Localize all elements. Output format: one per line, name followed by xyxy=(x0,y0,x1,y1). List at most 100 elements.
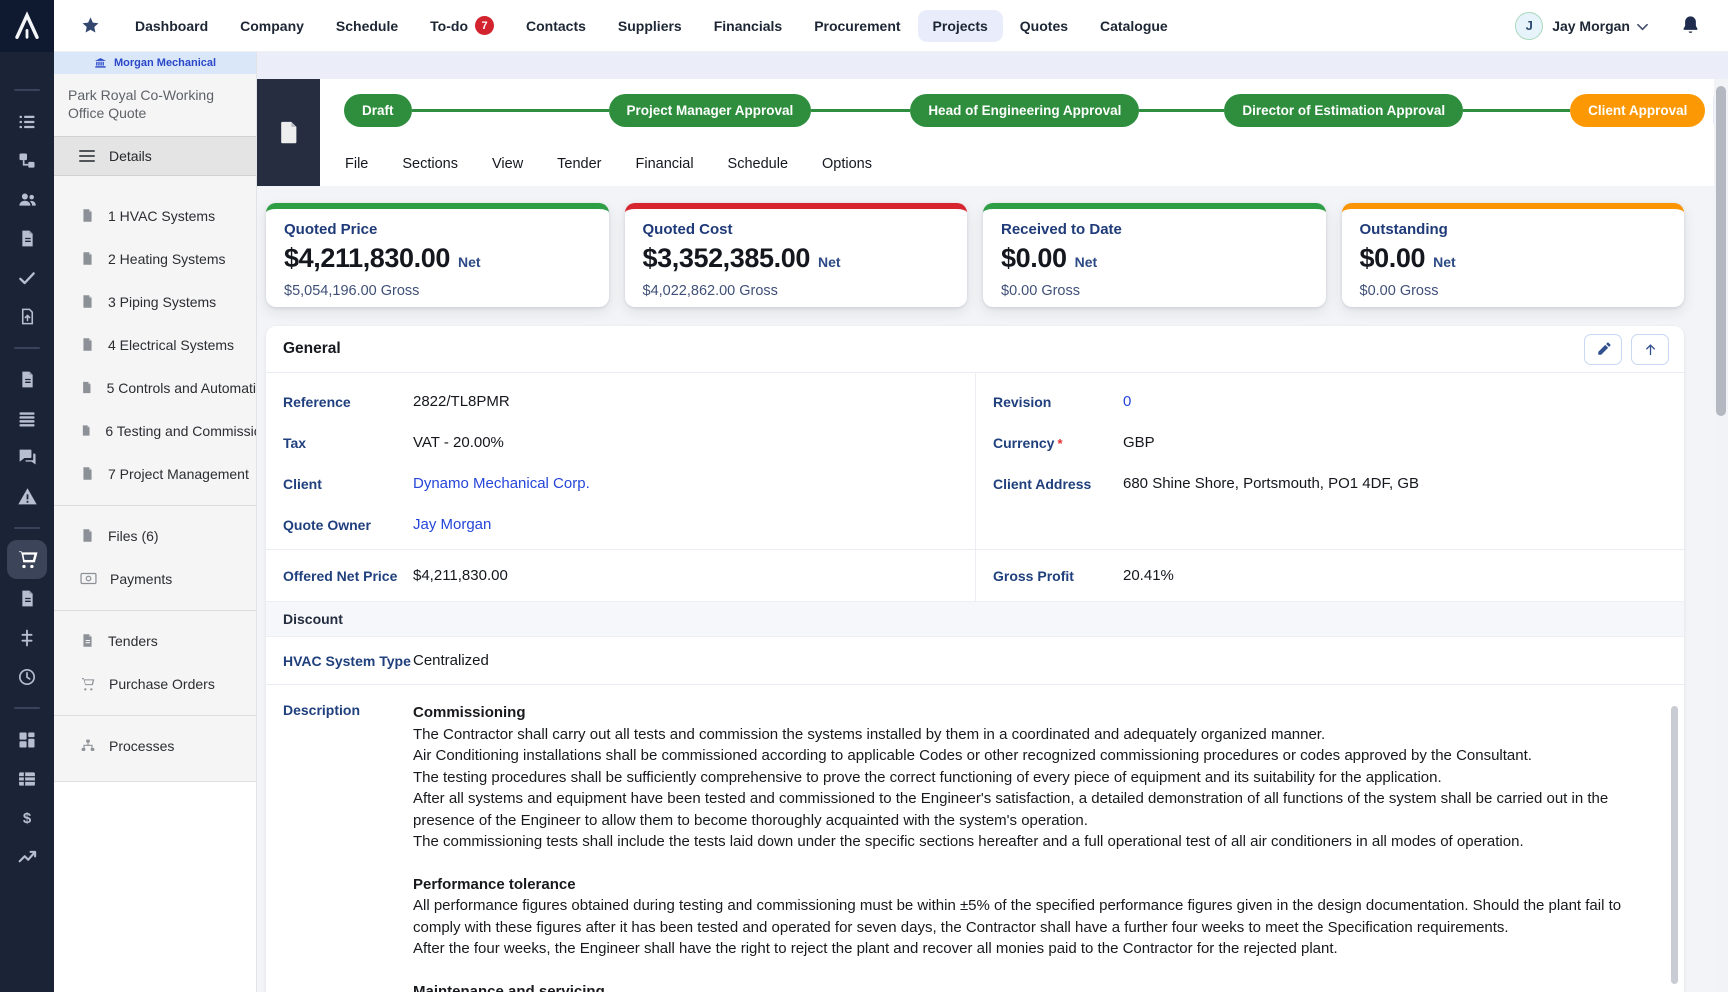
collapse-button[interactable] xyxy=(1631,334,1669,365)
sidebar-item-section-2[interactable]: 2 Heating Systems xyxy=(54,237,256,280)
nav-catalogue[interactable]: Catalogue xyxy=(1085,10,1183,42)
document-icon xyxy=(80,251,95,266)
field-value-tax: VAT - 20.00% xyxy=(413,434,504,451)
user-menu[interactable]: J Jay Morgan xyxy=(1515,12,1728,40)
menu-file[interactable]: File xyxy=(345,156,368,172)
required-marker: * xyxy=(1057,436,1062,451)
grid-icon[interactable] xyxy=(7,720,47,759)
menu-options[interactable]: Options xyxy=(822,156,872,172)
menu-tender[interactable]: Tender xyxy=(557,156,601,172)
nav-quotes[interactable]: Quotes xyxy=(1005,10,1083,42)
app-logo[interactable] xyxy=(0,0,54,52)
arrow-up-icon xyxy=(1643,342,1658,357)
workflow-step-project-manager-approval[interactable]: Project Manager Approval xyxy=(609,94,812,127)
file-icon xyxy=(80,528,95,543)
sidebar-item-section-4[interactable]: 4 Electrical Systems xyxy=(54,323,256,366)
workflow-stepper: Draft Project Manager Approval Head of E… xyxy=(257,79,1728,141)
table-icon[interactable] xyxy=(7,759,47,798)
quote-title: Park Royal Co-Working Office Quote xyxy=(54,74,256,130)
sidebar-item-section-6[interactable]: 6 Testing and Commissioning xyxy=(54,409,256,452)
dollar-icon[interactable]: $ xyxy=(7,798,47,837)
sidebar-item-section-7[interactable]: 7 Project Management xyxy=(54,452,256,495)
nav-company[interactable]: Company xyxy=(225,10,319,42)
sidebar-item-section-5[interactable]: 5 Controls and Automation xyxy=(54,366,256,409)
menu-view[interactable]: View xyxy=(492,156,523,172)
sidebar-files-group: Files (6) Payments xyxy=(54,505,256,600)
document-icon[interactable] xyxy=(7,219,47,258)
description-paragraph: The Contractor shall carry out all tests… xyxy=(413,724,1640,853)
workflow-step-client-approval[interactable]: Client Approval xyxy=(1570,94,1705,127)
nav-todo[interactable]: To-do7 xyxy=(415,8,509,43)
sidebar-item-files[interactable]: Files (6) xyxy=(54,514,256,557)
main-scrollbar-thumb[interactable] xyxy=(1716,86,1726,416)
sidebar-item-section-1[interactable]: 1 HVAC Systems xyxy=(54,194,256,237)
list-icon[interactable] xyxy=(7,102,47,141)
sidebar-item-processes[interactable]: Processes xyxy=(54,724,256,767)
notifications-bell-icon[interactable] xyxy=(1681,15,1700,36)
quote-sidebar: Morgan Mechanical Park Royal Co-Working … xyxy=(54,52,257,992)
menu-schedule[interactable]: Schedule xyxy=(728,156,788,172)
breadcrumb[interactable]: Morgan Mechanical xyxy=(54,52,256,74)
nav-contacts[interactable]: Contacts xyxy=(511,10,601,42)
user-avatar: J xyxy=(1515,12,1543,40)
check-icon[interactable] xyxy=(7,258,47,297)
sidebar-item-label: 1 HVAC Systems xyxy=(108,208,215,224)
trend-up-icon[interactable] xyxy=(7,837,47,876)
nav-suppliers[interactable]: Suppliers xyxy=(603,10,697,42)
discount-row: Discount xyxy=(266,601,1684,637)
revision-link[interactable]: 0 xyxy=(1123,393,1131,410)
nav-dashboard[interactable]: Dashboard xyxy=(120,10,223,42)
document-icon[interactable] xyxy=(7,579,47,618)
stat-net-label: Net xyxy=(1433,254,1456,270)
field-label-client-address: Client Address xyxy=(993,476,1123,492)
document-icon xyxy=(275,119,302,146)
stat-gross-label: Gross xyxy=(381,283,420,299)
sidebar-item-tenders[interactable]: Tenders xyxy=(54,619,256,662)
rows-icon[interactable] xyxy=(7,399,47,438)
quote-owner-link[interactable]: Jay Morgan xyxy=(413,516,491,533)
svg-text:$: $ xyxy=(23,810,32,827)
nav-projects[interactable]: Projects xyxy=(918,10,1003,42)
edit-button[interactable] xyxy=(1584,334,1622,365)
rail-divider xyxy=(14,707,40,709)
sidebar-item-label: Tenders xyxy=(108,633,158,649)
sidebar-item-details[interactable]: Details xyxy=(54,136,256,176)
sidebar-item-label: Payments xyxy=(110,571,172,587)
field-label-offered-net-price: Offered Net Price xyxy=(283,568,413,584)
sliders-icon[interactable] xyxy=(7,618,47,657)
workflow-step-draft[interactable]: Draft xyxy=(344,94,412,127)
cart-icon[interactable] xyxy=(7,540,47,579)
file-upload-icon[interactable] xyxy=(7,297,47,336)
chat-icon[interactable] xyxy=(7,438,47,477)
sidebar-item-payments[interactable]: Payments xyxy=(54,557,256,600)
warning-icon[interactable] xyxy=(7,477,47,516)
field-value-client-address: 680 Shine Shore, Portsmouth, PO1 4DF, GB xyxy=(1123,475,1419,492)
document-icon xyxy=(80,294,95,309)
description-scrollbar[interactable] xyxy=(1671,706,1678,984)
workflow-panel: Draft Project Manager Approval Head of E… xyxy=(257,79,1728,186)
nav-schedule[interactable]: Schedule xyxy=(321,10,413,42)
sidebar-item-section-3[interactable]: 3 Piping Systems xyxy=(54,280,256,323)
favorites-star-icon[interactable] xyxy=(81,16,100,35)
field-label-client: Client xyxy=(283,476,413,492)
quote-document-tab[interactable] xyxy=(257,79,320,186)
file-text-icon[interactable] xyxy=(7,360,47,399)
workflow-step-director-of-estimation-approval[interactable]: Director of Estimation Approval xyxy=(1224,94,1463,127)
clock-icon[interactable] xyxy=(7,657,47,696)
nav-financials[interactable]: Financials xyxy=(699,10,797,42)
sidebar-item-purchase-orders[interactable]: Purchase Orders xyxy=(54,662,256,705)
description-paragraph: All performance figures obtained during … xyxy=(413,895,1640,960)
org-tree-icon xyxy=(80,738,96,754)
workflow-step-head-of-engineering-approval[interactable]: Head of Engineering Approval xyxy=(910,94,1139,127)
menu-sections[interactable]: Sections xyxy=(402,156,458,172)
logo-mark-icon xyxy=(12,11,42,41)
sidebar-tenders-group: Tenders Purchase Orders xyxy=(54,610,256,705)
users-icon[interactable] xyxy=(7,180,47,219)
nav-procurement[interactable]: Procurement xyxy=(799,10,915,42)
cart-icon xyxy=(80,676,96,692)
sidebar-item-label: 3 Piping Systems xyxy=(108,294,216,310)
sitemap-icon[interactable] xyxy=(7,141,47,180)
client-link[interactable]: Dynamo Mechanical Corp. xyxy=(413,475,590,492)
menu-financial[interactable]: Financial xyxy=(636,156,694,172)
stat-title: Received to Date xyxy=(1001,221,1308,238)
